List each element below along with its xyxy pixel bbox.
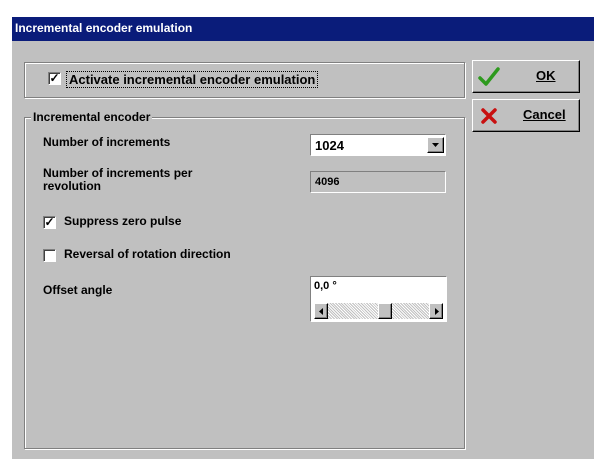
scroll-right-button[interactable] — [429, 303, 443, 319]
increments-select[interactable]: 1024 — [310, 134, 446, 156]
scroll-left-icon — [319, 308, 323, 315]
checkmark-icon — [478, 67, 500, 86]
cancel-button[interactable]: Cancel — [472, 99, 580, 132]
scroll-thumb[interactable] — [378, 303, 392, 319]
increments-value: 1024 — [315, 138, 344, 153]
activate-checkbox[interactable]: ✓ — [48, 72, 61, 85]
increments-label: Number of increments — [43, 135, 171, 149]
offset-scrollbar[interactable] — [314, 303, 443, 319]
offset-value[interactable]: 0,0 ° — [314, 280, 337, 292]
offset-label: Offset angle — [43, 283, 113, 297]
dropdown-button[interactable] — [427, 137, 444, 153]
group-title: Incremental encoder — [31, 110, 153, 124]
window-title: Incremental encoder emulation — [15, 21, 193, 35]
per-rev-label: Number of increments per revolution — [43, 167, 192, 193]
ok-label: OK — [536, 68, 556, 83]
scroll-left-button[interactable] — [314, 303, 328, 319]
per-rev-label-line2: revolution — [43, 179, 102, 193]
title-bar: Incremental encoder emulation — [12, 17, 594, 41]
red-x-icon — [481, 108, 497, 124]
suppress-checkbox[interactable]: ✓ — [43, 216, 56, 229]
activate-label[interactable]: Activate incremental encoder emulation — [66, 71, 319, 88]
dropdown-arrow-icon — [432, 143, 439, 147]
ok-button[interactable]: OK — [472, 60, 580, 93]
suppress-label[interactable]: Suppress zero pulse — [64, 214, 181, 228]
scroll-right-icon — [435, 308, 439, 315]
offset-field[interactable]: 0,0 ° — [310, 276, 447, 322]
cancel-label: Cancel — [523, 107, 566, 122]
per-rev-value: 4096 — [315, 176, 340, 188]
per-rev-field: 4096 — [310, 171, 446, 193]
reversal-label[interactable]: Reversal of rotation direction — [64, 247, 231, 261]
reversal-checkbox[interactable] — [43, 249, 56, 262]
